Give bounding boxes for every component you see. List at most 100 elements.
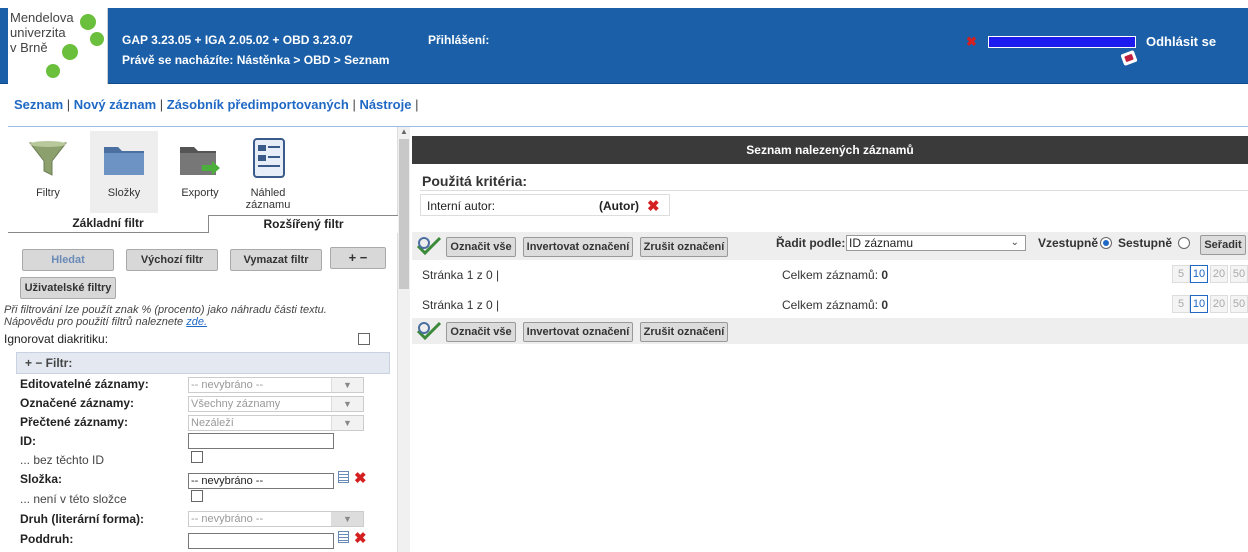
chevron-down-icon: ▼ xyxy=(331,512,363,526)
without-ids-label: ... bez těchto ID xyxy=(20,453,105,467)
asc-radio[interactable] xyxy=(1100,237,1112,249)
id-label: ID: xyxy=(20,434,36,448)
add-remove-filter-button[interactable]: + − xyxy=(330,247,386,269)
university-logo[interactable]: Mendelova univerzita v Brně xyxy=(8,8,108,84)
checkmark-magnify-icon[interactable] xyxy=(416,321,442,341)
kind-label: Druh (literární forma): xyxy=(20,512,145,526)
kind-select-value: -- nevybráno -- xyxy=(191,513,264,525)
tab-advanced-filter[interactable]: Rozšířený filtr xyxy=(208,215,398,233)
page-size-20[interactable]: 20 xyxy=(1210,265,1228,283)
document-preview-icon xyxy=(253,138,285,178)
marked-select[interactable]: Všechny záznamy ▼ xyxy=(188,396,364,412)
default-filter-button[interactable]: Výchozí filtr xyxy=(126,249,218,271)
location-breadcrumb: Právě se nacházíte: Nástěnka > OBD > Sez… xyxy=(122,53,390,67)
kind-select[interactable]: -- nevybráno -- ▼ xyxy=(188,511,364,527)
list-icon[interactable] xyxy=(338,471,349,483)
page-size-50[interactable]: 50 xyxy=(1230,265,1248,283)
subkind-input[interactable] xyxy=(188,533,334,549)
tab-basic-filter[interactable]: Základní filtr xyxy=(8,215,208,233)
tool-filtry[interactable]: Filtry xyxy=(14,131,82,213)
page-info-bottom: Stránka 1 z 0 | xyxy=(422,298,500,312)
list-icon[interactable] xyxy=(338,531,349,543)
close-progress-icon[interactable]: ✖ xyxy=(966,34,977,50)
funnel-icon xyxy=(28,141,68,176)
page-size-50[interactable]: 50 xyxy=(1230,295,1248,313)
read-select[interactable]: Nezáleží ▼ xyxy=(188,415,364,431)
id-input[interactable] xyxy=(188,433,334,449)
tool-label-nahled: Náhled záznamu xyxy=(245,187,291,211)
user-filters-button[interactable]: Uživatelské filtry xyxy=(20,277,116,299)
subkind-label: Poddruh: xyxy=(20,532,74,546)
invert-marking-button[interactable]: Invertovat označení xyxy=(523,322,633,342)
logo-dot-icon xyxy=(46,64,60,78)
sort-select[interactable]: ID záznamu ⌄ xyxy=(846,235,1026,251)
nav-novy-zaznam[interactable]: Nový záznam xyxy=(74,97,156,112)
without-ids-checkbox[interactable] xyxy=(191,451,203,463)
logo-line-2: univerzita xyxy=(10,25,66,40)
nav-seznam[interactable]: Seznam xyxy=(14,97,63,112)
folder-input[interactable]: -- nevybráno -- xyxy=(188,473,334,489)
not-in-folder-checkbox[interactable] xyxy=(191,490,203,502)
hint-help: Nápovědu pro použití filtrů naleznete zd… xyxy=(4,316,207,328)
asc-label: Vzestupně xyxy=(1038,236,1099,250)
chevron-down-icon: ▼ xyxy=(331,378,363,392)
clear-folder-icon[interactable]: ✖ xyxy=(354,469,367,487)
page-size-5[interactable]: 5 xyxy=(1172,265,1190,283)
invert-marking-button[interactable]: Invertovat označení xyxy=(523,237,633,257)
page-size-10[interactable]: 10 xyxy=(1190,265,1208,283)
header: Mendelova univerzita v Brně GAP 3.23.05 … xyxy=(0,8,1248,84)
marked-label: Označené záznamy: xyxy=(20,396,135,410)
tool-nahled[interactable]: Náhled záznamu xyxy=(234,131,302,213)
editable-label: Editovatelné záznamy: xyxy=(20,377,149,391)
chevron-up-icon[interactable]: ▲ xyxy=(400,127,408,136)
total-bottom: Celkem záznamů: 0 xyxy=(782,298,888,312)
page-size-5[interactable]: 5 xyxy=(1172,295,1190,313)
tool-exporty[interactable]: Exporty xyxy=(166,131,234,213)
page-info-top: Stránka 1 z 0 | xyxy=(422,268,500,282)
chevron-down-icon: ⌄ xyxy=(1010,237,1019,248)
criteria-item: Interní autor: (Autor) ✖ xyxy=(420,194,670,216)
nav-zasobnik[interactable]: Zásobník předimportovaných xyxy=(167,97,349,112)
mark-all-button[interactable]: Označit vše xyxy=(446,322,516,342)
sort-button[interactable]: Seřadit xyxy=(1200,235,1246,255)
filter-panel: Filtry Složky Exporty Náhled záznamu Zák… xyxy=(4,127,398,552)
sort-label: Řadit podle: xyxy=(776,236,846,250)
logo-dot-icon xyxy=(80,14,96,30)
mark-all-button[interactable]: Označit vše xyxy=(446,237,516,257)
editable-select-value: -- nevybráno -- xyxy=(191,379,264,391)
tool-slozky[interactable]: Složky xyxy=(90,131,158,213)
unmark-button[interactable]: Zrušit označení xyxy=(640,237,728,257)
logout-link[interactable]: Odhlásit se xyxy=(1146,34,1216,49)
clear-subkind-icon[interactable]: ✖ xyxy=(354,529,367,547)
total-label-bottom: Celkem záznamů: xyxy=(782,298,879,312)
book-icon[interactable] xyxy=(1120,49,1138,67)
editable-select[interactable]: -- nevybráno -- ▼ xyxy=(188,377,364,393)
desc-radio[interactable] xyxy=(1178,237,1190,249)
tool-label-exporty: Exporty xyxy=(181,187,219,199)
folder-label: Složka: xyxy=(20,472,63,486)
ignore-diacritics-checkbox[interactable] xyxy=(358,333,370,345)
scrollbar-thumb[interactable] xyxy=(399,139,409,289)
help-link[interactable]: zde. xyxy=(186,316,207,328)
app-root: Mendelova univerzita v Brně GAP 3.23.05 … xyxy=(0,0,1248,552)
main-nav: Seznam | Nový záznam | Zásobník předimpo… xyxy=(14,97,419,112)
ignore-diacritics-label: Ignorovat diakritiku: xyxy=(4,332,109,346)
version-text: GAP 3.23.05 + IGA 2.05.02 + OBD 3.23.07 xyxy=(122,33,353,47)
checkmark-magnify-icon[interactable] xyxy=(416,236,442,256)
remove-criteria-icon[interactable]: ✖ xyxy=(647,197,660,215)
criteria-field: Interní autor: xyxy=(427,199,496,213)
page-size-20[interactable]: 20 xyxy=(1210,295,1228,313)
top-strip xyxy=(0,0,1248,8)
filter-section-header[interactable]: + − Filtr: xyxy=(16,352,390,374)
session-progress-bar xyxy=(988,36,1136,48)
left-scrollbar[interactable]: ▲ xyxy=(398,127,410,552)
search-button[interactable]: Hledat xyxy=(22,249,114,271)
nav-nastroje[interactable]: Nástroje xyxy=(359,97,411,112)
page-size-10[interactable]: 10 xyxy=(1190,295,1208,313)
unmark-button[interactable]: Zrušit označení xyxy=(640,322,728,342)
clear-filter-button[interactable]: Vymazat filtr xyxy=(230,249,322,271)
criteria-tag: (Autor) xyxy=(599,199,639,213)
total-value-top: 0 xyxy=(881,268,889,282)
total-label-top: Celkem záznamů: xyxy=(782,268,879,282)
folder-icon xyxy=(104,147,144,175)
